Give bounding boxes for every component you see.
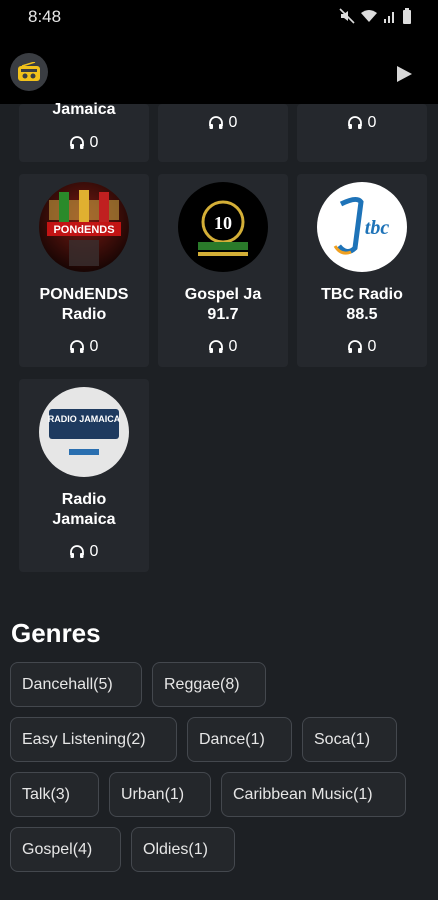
station-name: Gospel Ja 91.7 (158, 285, 288, 325)
station-logo-text: tbc (365, 217, 390, 239)
genres-heading: Genres (11, 618, 101, 648)
listener-count-value: 0 (89, 134, 99, 151)
genre-chip-talk[interactable]: Talk (3) (10, 772, 99, 817)
signal-icon (384, 12, 394, 23)
listener-count: 0 (19, 338, 149, 356)
listener-count-value: 0 (89, 543, 99, 560)
listener-count-value: 0 (367, 114, 377, 131)
station-name-line1: PONdENDS (39, 286, 129, 303)
genre-chip-caribbean-music[interactable]: Caribbean Music (1) (221, 772, 406, 817)
battery-icon (403, 8, 411, 24)
genre-chip-reggae[interactable]: Reggae (8) (152, 662, 266, 707)
genre-label: Urban (121, 785, 165, 803)
station-logo-pondends: PONdENDS (39, 182, 129, 272)
listener-count: 0 (19, 134, 149, 152)
mute-icon (339, 8, 355, 24)
radio-icon[interactable] (10, 53, 48, 91)
genre-label: Caribbean Music (233, 785, 354, 803)
genre-chip-dancehall[interactable]: Dancehall (5) (10, 662, 142, 707)
headphones-icon (208, 340, 223, 353)
station-card-pondends[interactable]: PONdENDS PONdENDS Radio 0 (19, 174, 149, 367)
genre-chip-urban[interactable]: Urban (1) (109, 772, 211, 817)
station-card-partial-1[interactable]: Jamaica 0 (19, 101, 149, 162)
genre-chip-easy-listening[interactable]: Easy Listening (2) (10, 717, 177, 762)
status-time: 8:48 (28, 7, 62, 26)
listener-count-value: 0 (228, 114, 238, 131)
station-name: PONdENDS Radio (19, 285, 149, 325)
headphones-icon (208, 116, 223, 129)
headphones-icon (69, 136, 84, 149)
headphones-icon (69, 340, 84, 353)
genre-count: (1) (350, 730, 371, 748)
status-bar: 8:48 (0, 0, 438, 34)
app-bar (0, 34, 438, 104)
genre-chip-gospel[interactable]: Gospel (4) (10, 827, 121, 872)
station-logo-text: PONdENDS (53, 224, 114, 236)
play-icon[interactable] (394, 64, 414, 84)
station-name-line1: TBC Radio (321, 286, 403, 303)
station-logo-text: 10 (214, 213, 232, 233)
station-name-line1: Radio (61, 491, 107, 508)
station-logo-text: RADIO JAMAICA (48, 414, 121, 424)
listener-count-value: 0 (89, 338, 99, 355)
genre-count: (1) (164, 785, 185, 803)
genre-label: Talk (22, 785, 51, 803)
genre-label: Soca (314, 730, 351, 748)
genre-label: Reggae (164, 675, 221, 693)
genre-chip-oldies[interactable]: Oldies (1) (131, 827, 235, 872)
genre-label: Dancehall (22, 675, 94, 693)
listener-count: 0 (158, 338, 288, 356)
genre-count: (8) (220, 675, 240, 693)
genre-count: (2) (126, 730, 146, 748)
genre-count: (1) (245, 730, 265, 748)
status-icons (339, 8, 412, 24)
listener-count: 0 (297, 338, 427, 356)
headphones-icon (69, 545, 84, 558)
genre-chip-soca[interactable]: Soca (1) (302, 717, 397, 762)
genre-label: Oldies (143, 840, 189, 858)
listener-count-value: 0 (367, 338, 377, 355)
listener-count: 0 (158, 114, 288, 132)
station-logo-radio-jamaica: RADIO JAMAICA (39, 387, 129, 477)
genre-label: Dance (199, 730, 246, 748)
genre-count: (1) (353, 785, 373, 803)
station-logo-tbc: tbc (317, 182, 407, 272)
station-name-line2: Jamaica (52, 511, 116, 528)
station-name: TBC Radio 88.5 (297, 285, 427, 325)
genre-count: (5) (93, 675, 113, 693)
station-name-line2: Radio (61, 306, 107, 323)
station-card-tbc-radio[interactable]: tbc TBC Radio 88.5 0 (297, 174, 427, 367)
genre-label: Gospel (22, 840, 73, 858)
listener-count: 0 (297, 114, 427, 132)
station-name-line2: 88.5 (346, 306, 378, 323)
listener-count-value: 0 (228, 338, 238, 355)
headphones-icon (347, 116, 362, 129)
station-card-partial-2[interactable]: 0 (158, 104, 288, 162)
station-name-line2: 91.7 (207, 306, 239, 323)
headphones-icon (347, 340, 362, 353)
genre-count: (4) (72, 840, 93, 858)
station-logo-gospel-ja: 10 (178, 182, 268, 272)
genre-count: (1) (188, 840, 208, 858)
wifi-icon (361, 10, 377, 22)
genre-label: Easy Listening (22, 730, 127, 748)
genre-chip-dance[interactable]: Dance (1) (187, 717, 292, 762)
station-name-line1: Gospel Ja (184, 286, 262, 303)
station-name: Radio Jamaica (19, 490, 149, 530)
station-card-partial-3[interactable]: 0 (297, 104, 427, 162)
listener-count: 0 (19, 543, 149, 561)
station-card-gospel-ja[interactable]: 10 Gospel Ja 91.7 0 (158, 174, 288, 367)
station-name: Jamaica (52, 101, 116, 118)
station-card-radio-jamaica[interactable]: RADIO JAMAICA Radio Jamaica 0 (19, 379, 149, 572)
genre-count: (3) (50, 785, 71, 803)
